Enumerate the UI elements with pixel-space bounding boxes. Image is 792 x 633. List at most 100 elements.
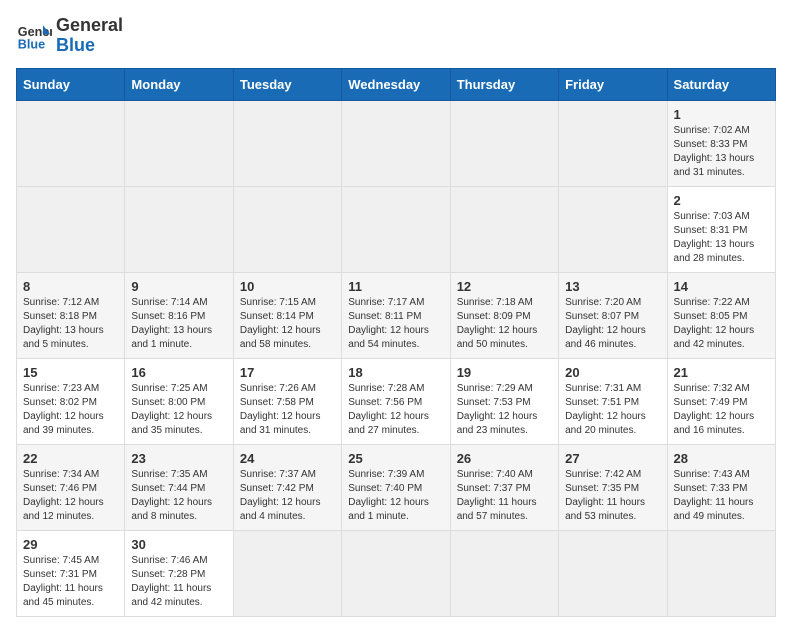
calendar-cell xyxy=(17,186,125,272)
calendar-cell: 16 Sunrise: 7:25 AMSunset: 8:00 PMDayligh… xyxy=(125,358,233,444)
calendar-cell: 29 Sunrise: 7:45 AMSunset: 7:31 PMDayligh… xyxy=(17,530,125,616)
calendar-cell xyxy=(450,530,558,616)
day-number: 29 xyxy=(23,537,118,552)
calendar-cell: 27 Sunrise: 7:42 AMSunset: 7:35 PMDayligh… xyxy=(559,444,667,530)
calendar-cell xyxy=(342,530,450,616)
calendar-cell xyxy=(559,530,667,616)
day-info: Sunrise: 7:23 AMSunset: 8:02 PMDaylight:… xyxy=(23,382,118,438)
logo-line1: General xyxy=(56,16,123,36)
calendar-cell xyxy=(559,186,667,272)
day-number: 25 xyxy=(348,451,443,466)
day-number: 10 xyxy=(240,279,335,294)
header: General Blue General Blue xyxy=(16,16,776,56)
day-number: 16 xyxy=(131,365,226,380)
logo-line2: Blue xyxy=(56,36,123,56)
header-wednesday: Wednesday xyxy=(342,68,450,100)
day-number: 1 xyxy=(674,107,769,122)
calendar-cell: 15 Sunrise: 7:23 AMSunset: 8:02 PMDayligh… xyxy=(17,358,125,444)
header-saturday: Saturday xyxy=(667,68,775,100)
day-info: Sunrise: 7:32 AMSunset: 7:49 PMDaylight:… xyxy=(674,382,769,438)
day-info: Sunrise: 7:43 AMSunset: 7:33 PMDaylight:… xyxy=(674,468,769,524)
calendar-cell xyxy=(342,186,450,272)
day-info: Sunrise: 7:29 AMSunset: 7:53 PMDaylight:… xyxy=(457,382,552,438)
calendar-cell: 14 Sunrise: 7:22 AMSunset: 8:05 PMDayligh… xyxy=(667,272,775,358)
calendar-cell: 30 Sunrise: 7:46 AMSunset: 7:28 PMDayligh… xyxy=(125,530,233,616)
day-info: Sunrise: 7:20 AMSunset: 8:07 PMDaylight:… xyxy=(565,296,660,352)
header-sunday: Sunday xyxy=(17,68,125,100)
header-thursday: Thursday xyxy=(450,68,558,100)
calendar-cell xyxy=(559,100,667,186)
logo: General Blue General Blue xyxy=(16,16,123,56)
calendar-cell: 18 Sunrise: 7:28 AMSunset: 7:56 PMDayligh… xyxy=(342,358,450,444)
calendar-cell: 20 Sunrise: 7:31 AMSunset: 7:51 PMDayligh… xyxy=(559,358,667,444)
calendar-week-1: 2Sunrise: 7:03 AMSunset: 8:31 PMDaylight… xyxy=(17,186,776,272)
calendar-cell xyxy=(342,100,450,186)
svg-text:Blue: Blue xyxy=(18,37,45,51)
header-friday: Friday xyxy=(559,68,667,100)
day-number: 28 xyxy=(674,451,769,466)
day-info: Sunrise: 7:28 AMSunset: 7:56 PMDaylight:… xyxy=(348,382,443,438)
day-info: Sunrise: 7:22 AMSunset: 8:05 PMDaylight:… xyxy=(674,296,769,352)
day-number: 14 xyxy=(674,279,769,294)
calendar-week-5: 29 Sunrise: 7:45 AMSunset: 7:31 PMDayligh… xyxy=(17,530,776,616)
day-info: Sunrise: 7:17 AMSunset: 8:11 PMDaylight:… xyxy=(348,296,443,352)
day-info: Sunrise: 7:25 AMSunset: 8:00 PMDaylight:… xyxy=(131,382,226,438)
calendar-cell: 26 Sunrise: 7:40 AMSunset: 7:37 PMDayligh… xyxy=(450,444,558,530)
day-number: 23 xyxy=(131,451,226,466)
calendar-cell xyxy=(17,100,125,186)
calendar-week-0: 1 Sunrise: 7:02 AMSunset: 8:33 PMDaylight… xyxy=(17,100,776,186)
day-info: Sunrise: 7:46 AMSunset: 7:28 PMDaylight:… xyxy=(131,554,226,610)
day-info: Sunrise: 7:15 AMSunset: 8:14 PMDaylight:… xyxy=(240,296,335,352)
calendar-cell: 21 Sunrise: 7:32 AMSunset: 7:49 PMDayligh… xyxy=(667,358,775,444)
day-number: 21 xyxy=(674,365,769,380)
day-info: Sunrise: 7:34 AMSunset: 7:46 PMDaylight:… xyxy=(23,468,118,524)
calendar-cell: 22 Sunrise: 7:34 AMSunset: 7:46 PMDayligh… xyxy=(17,444,125,530)
calendar-cell xyxy=(233,186,341,272)
day-info: Sunrise: 7:18 AMSunset: 8:09 PMDaylight:… xyxy=(457,296,552,352)
day-info: Sunrise: 7:35 AMSunset: 7:44 PMDaylight:… xyxy=(131,468,226,524)
day-info: Sunrise: 7:37 AMSunset: 7:42 PMDaylight:… xyxy=(240,468,335,524)
calendar-cell: 25 Sunrise: 7:39 AMSunset: 7:40 PMDayligh… xyxy=(342,444,450,530)
calendar-cell xyxy=(233,530,341,616)
calendar-cell: 9Sunrise: 7:14 AMSunset: 8:16 PMDaylight… xyxy=(125,272,233,358)
day-number: 17 xyxy=(240,365,335,380)
day-number: 11 xyxy=(348,279,443,294)
day-info: Sunrise: 7:45 AMSunset: 7:31 PMDaylight:… xyxy=(23,554,118,610)
calendar-table: SundayMondayTuesdayWednesdayThursdayFrid… xyxy=(16,68,776,617)
day-number: 24 xyxy=(240,451,335,466)
header-row: SundayMondayTuesdayWednesdayThursdayFrid… xyxy=(17,68,776,100)
day-number: 20 xyxy=(565,365,660,380)
day-number: 22 xyxy=(23,451,118,466)
calendar-cell xyxy=(450,100,558,186)
day-number: 19 xyxy=(457,365,552,380)
calendar-cell: 13Sunrise: 7:20 AMSunset: 8:07 PMDayligh… xyxy=(559,272,667,358)
day-number: 30 xyxy=(131,537,226,552)
calendar-cell: 2Sunrise: 7:03 AMSunset: 8:31 PMDaylight… xyxy=(667,186,775,272)
calendar-week-2: 8 Sunrise: 7:12 AMSunset: 8:18 PMDaylight… xyxy=(17,272,776,358)
day-number: 27 xyxy=(565,451,660,466)
day-number: 9 xyxy=(131,279,226,294)
calendar-cell: 11 Sunrise: 7:17 AMSunset: 8:11 PMDayligh… xyxy=(342,272,450,358)
day-info: Sunrise: 7:39 AMSunset: 7:40 PMDaylight:… xyxy=(348,468,443,524)
calendar-cell: 19 Sunrise: 7:29 AMSunset: 7:53 PMDayligh… xyxy=(450,358,558,444)
day-number: 2 xyxy=(674,193,769,208)
calendar-cell: 1 Sunrise: 7:02 AMSunset: 8:33 PMDaylight… xyxy=(667,100,775,186)
calendar-cell xyxy=(667,530,775,616)
day-info: Sunrise: 7:02 AMSunset: 8:33 PMDaylight:… xyxy=(674,124,769,180)
day-info: Sunrise: 7:40 AMSunset: 7:37 PMDaylight:… xyxy=(457,468,552,524)
calendar-cell: 17 Sunrise: 7:26 AMSunset: 7:58 PMDayligh… xyxy=(233,358,341,444)
day-number: 15 xyxy=(23,365,118,380)
calendar-cell: 12 Sunrise: 7:18 AMSunset: 8:09 PMDayligh… xyxy=(450,272,558,358)
calendar-cell: 10 Sunrise: 7:15 AMSunset: 8:14 PMDayligh… xyxy=(233,272,341,358)
day-number: 8 xyxy=(23,279,118,294)
day-info: Sunrise: 7:31 AMSunset: 7:51 PMDaylight:… xyxy=(565,382,660,438)
day-number: 18 xyxy=(348,365,443,380)
day-number: 12 xyxy=(457,279,552,294)
day-number: 26 xyxy=(457,451,552,466)
day-info: Sunrise: 7:42 AMSunset: 7:35 PMDaylight:… xyxy=(565,468,660,524)
header-tuesday: Tuesday xyxy=(233,68,341,100)
day-info: Sunrise: 7:12 AMSunset: 8:18 PMDaylight:… xyxy=(23,296,118,352)
day-info: Sunrise: 7:26 AMSunset: 7:58 PMDaylight:… xyxy=(240,382,335,438)
calendar-week-3: 15 Sunrise: 7:23 AMSunset: 8:02 PMDayligh… xyxy=(17,358,776,444)
calendar-cell: 24 Sunrise: 7:37 AMSunset: 7:42 PMDayligh… xyxy=(233,444,341,530)
